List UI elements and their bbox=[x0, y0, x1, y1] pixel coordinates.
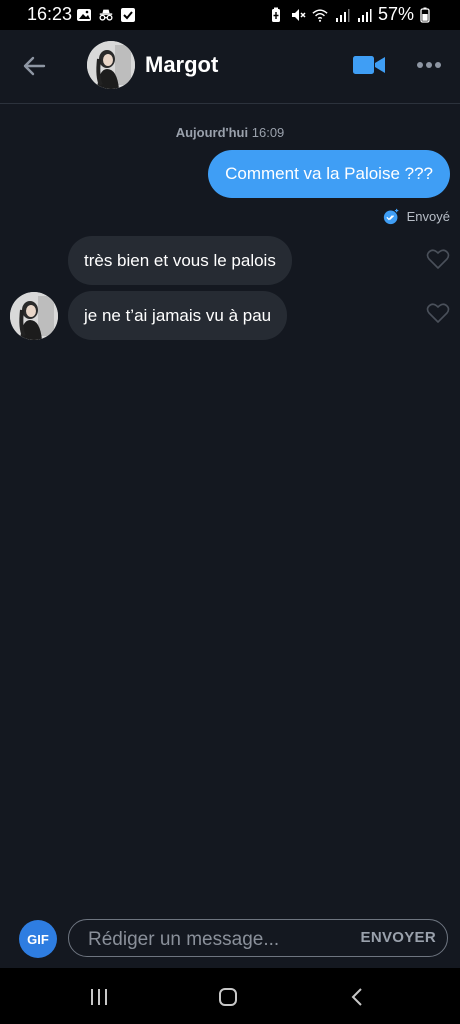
date-separator: Aujourd'hui 16:09 bbox=[0, 125, 460, 140]
heart-icon[interactable] bbox=[426, 248, 450, 270]
date-prefix: Aujourd'hui bbox=[175, 125, 249, 140]
status-time: 16:23 bbox=[27, 4, 73, 24]
date-time: 16:09 bbox=[251, 125, 285, 140]
message-text: Comment va la Paloise ??? bbox=[225, 164, 433, 183]
message-field[interactable]: ENVOYER bbox=[68, 919, 448, 957]
signal-icon bbox=[335, 8, 350, 22]
battery-icon bbox=[420, 7, 430, 23]
message-input[interactable] bbox=[86, 926, 350, 954]
chat-screen: 16:23 57% Margot Aujourd'hui 16:09 Comme… bbox=[0, 0, 460, 1024]
sent-check-icon bbox=[383, 208, 398, 225]
incoming-message[interactable]: très bien et vous le palois bbox=[68, 236, 292, 285]
back-icon[interactable] bbox=[350, 987, 364, 1007]
status-bar: 16:23 57% bbox=[0, 0, 460, 30]
notification-icons bbox=[76, 7, 136, 23]
signal-icon bbox=[357, 8, 372, 22]
system-icons: 57% bbox=[268, 4, 430, 25]
avatar[interactable] bbox=[10, 292, 58, 340]
send-button[interactable]: ENVOYER bbox=[361, 929, 436, 946]
battery-percent: 57% bbox=[377, 4, 414, 24]
outgoing-message[interactable]: Comment va la Paloise ??? bbox=[208, 150, 450, 198]
heart-icon[interactable] bbox=[426, 302, 450, 324]
recent-apps-icon[interactable] bbox=[89, 988, 109, 1006]
profile-photo bbox=[87, 41, 135, 89]
chat-header: Margot bbox=[0, 30, 460, 104]
incognito-icon bbox=[99, 9, 113, 21]
message-composer: GIF ENVOYER bbox=[0, 910, 460, 968]
sent-label: Envoyé bbox=[406, 209, 450, 224]
profile-photo bbox=[10, 292, 58, 340]
home-icon[interactable] bbox=[218, 987, 238, 1007]
gallery-icon bbox=[77, 9, 91, 21]
arrow-left-icon[interactable] bbox=[20, 52, 48, 80]
video-camera-icon[interactable] bbox=[352, 54, 386, 76]
sent-status: Envoyé bbox=[383, 208, 450, 225]
mute-icon bbox=[291, 8, 306, 21]
message-text: je ne t’ai jamais vu à pau bbox=[84, 305, 272, 325]
wifi-icon bbox=[312, 8, 328, 22]
contact-name[interactable]: Margot bbox=[145, 52, 218, 78]
avatar[interactable] bbox=[87, 41, 135, 89]
incoming-message[interactable]: je ne t’ai jamais vu à pau bbox=[68, 291, 288, 340]
checkbox-icon bbox=[121, 8, 135, 22]
message-text: très bien et vous le palois bbox=[84, 250, 276, 270]
system-nav-bar bbox=[0, 968, 460, 1024]
more-horizontal-icon[interactable] bbox=[416, 60, 442, 70]
battery-saver-icon bbox=[271, 7, 280, 22]
gif-button[interactable]: GIF bbox=[19, 920, 57, 958]
